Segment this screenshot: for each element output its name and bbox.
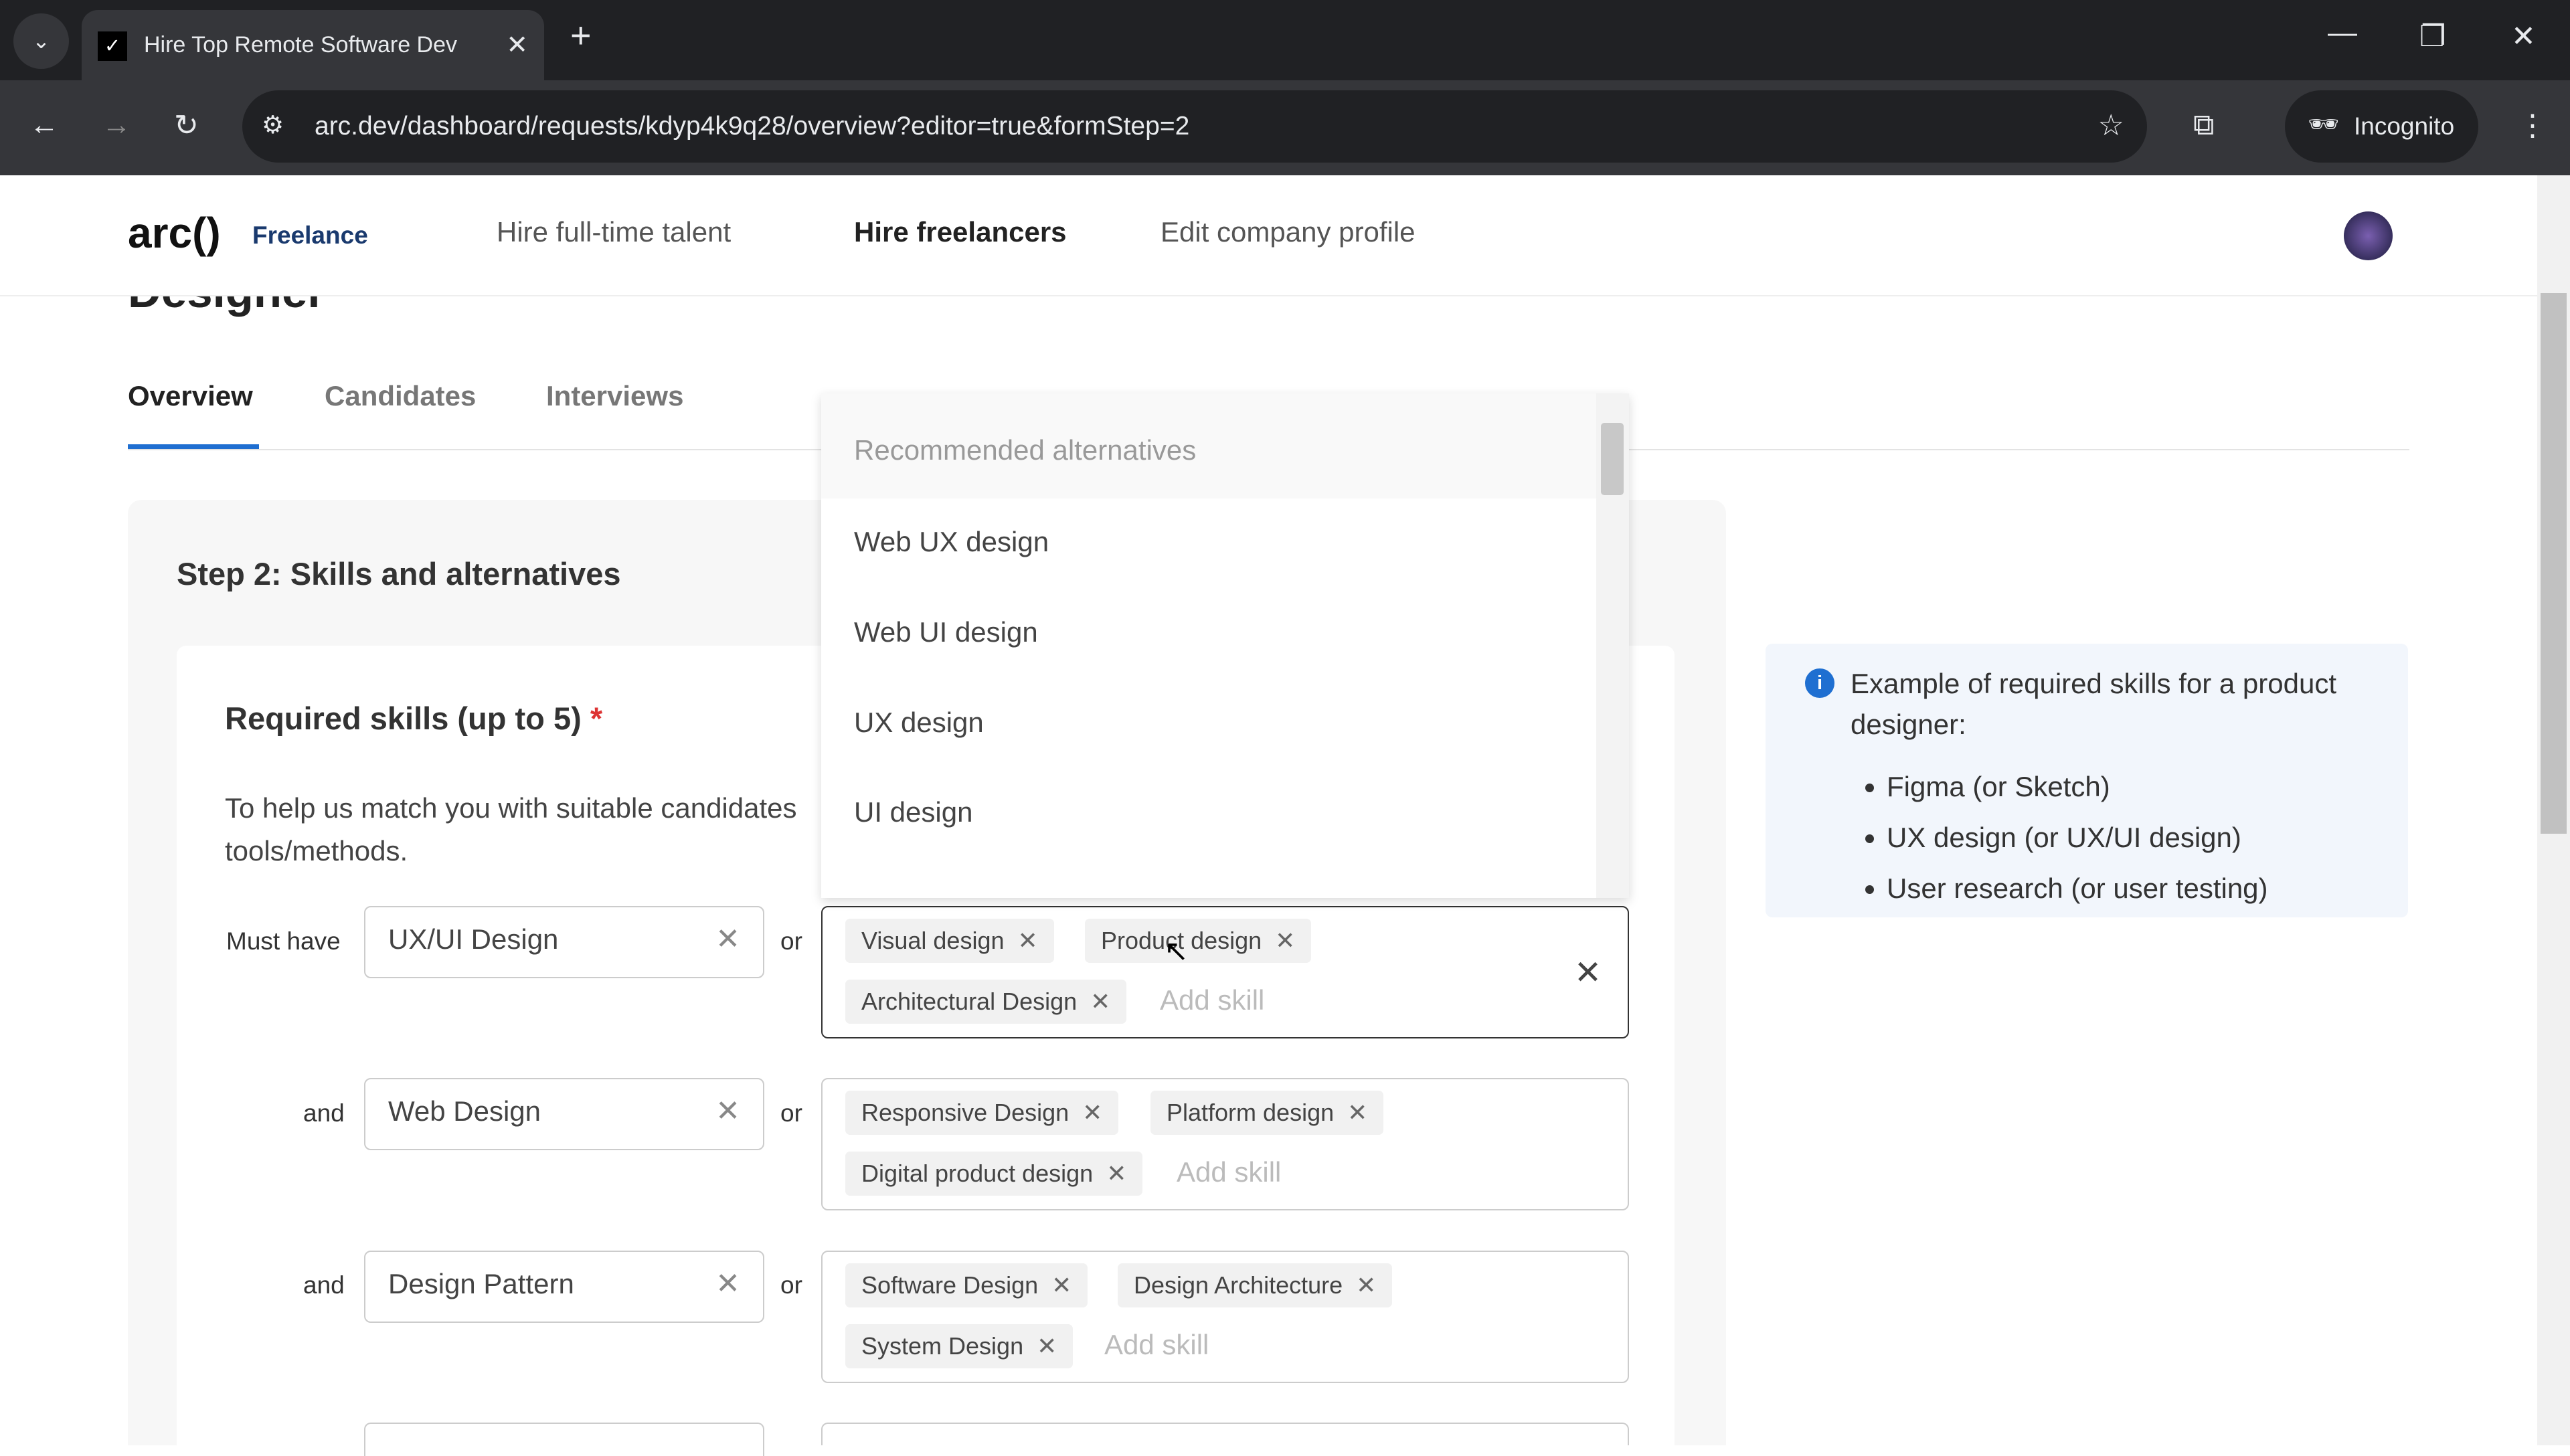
skill-input[interactable]: Design Pattern ✕ (364, 1251, 764, 1323)
forward-icon[interactable]: → (102, 108, 131, 142)
info-text: Example of required skills for a product… (1851, 668, 2336, 740)
reload-icon[interactable]: ↻ (174, 108, 199, 143)
url-text: arc.dev/dashboard/requests/kdyp4k9q28/ov… (315, 112, 1190, 141)
tab-interviews[interactable]: Interviews (546, 380, 683, 412)
active-tab-indicator (128, 444, 259, 449)
favicon-icon: ✓ (98, 31, 127, 61)
alternative-chip: Visual design ✕ (845, 919, 1054, 963)
tab-overview[interactable]: Overview (128, 380, 253, 412)
skill-input[interactable]: UX/UI Design ✕ (364, 906, 764, 978)
mouse-cursor-icon: ↖ (1164, 935, 1189, 968)
step-title: Step 2: Skills and alternatives (177, 556, 621, 592)
row-prefix: and (303, 1099, 345, 1127)
alternative-chip: System Design ✕ (845, 1324, 1074, 1368)
skill-value: UX/UI Design (388, 923, 559, 955)
clear-icon[interactable]: ✕ (715, 1094, 740, 1128)
or-label: or (780, 1099, 802, 1127)
alternative-chip: Architectural Design ✕ (845, 980, 1127, 1024)
info-icon: i (1805, 668, 1834, 698)
tab-title: Hire Top Remote Software Dev (144, 32, 458, 58)
dropdown-option[interactable]: UI design (854, 796, 972, 828)
browser-tab[interactable]: ✓ Hire Top Remote Software Dev ✕ (82, 10, 544, 80)
tab-search-button[interactable]: ⌄ (13, 13, 69, 69)
scroll-thumb[interactable] (1601, 423, 1624, 495)
remove-chip-icon[interactable]: ✕ (1082, 1099, 1102, 1126)
bookmark-star-icon[interactable]: ☆ (2098, 108, 2124, 143)
info-box: i Example of required skills for a produ… (1766, 644, 2408, 917)
incognito-icon: 🕶 (2308, 110, 2339, 138)
description-text: To help us match you with suitable candi… (225, 792, 797, 824)
remove-chip-icon[interactable]: ✕ (1037, 1332, 1057, 1360)
info-list-item: Figma (or Sketch) (1887, 761, 2268, 812)
dropdown-option[interactable]: UX design (854, 707, 984, 739)
row-prefix: Must have (226, 927, 341, 955)
alternatives-field[interactable]: Responsive Design ✕ Platform design ✕ Digi… (821, 1078, 1629, 1210)
add-skill-input[interactable]: Add skill (1177, 1156, 1281, 1188)
section-title: Required skills (up to 5) (225, 701, 582, 736)
add-skill-input[interactable]: Add skill (1160, 984, 1264, 1016)
profile-label: Incognito (2354, 112, 2455, 140)
remove-chip-icon[interactable]: ✕ (1275, 927, 1295, 954)
remove-chip-icon[interactable]: ✕ (1090, 988, 1110, 1015)
back-icon[interactable]: ← (29, 108, 59, 142)
or-label: or (780, 1271, 802, 1299)
page-scrollbar[interactable] (2537, 175, 2570, 1445)
alternative-chip: Responsive Design ✕ (845, 1091, 1119, 1135)
or-label: or (780, 927, 802, 955)
nav-hire-freelancers[interactable]: Hire freelancers (854, 216, 1067, 248)
nav-hire-full-time[interactable]: Hire full-time talent (497, 216, 731, 248)
add-skill-input[interactable]: Add skill (1104, 1329, 1209, 1361)
avatar[interactable] (2344, 211, 2393, 260)
page-scroll-thumb[interactable] (2541, 293, 2567, 834)
site-settings-icon[interactable]: ⚙ (262, 110, 284, 139)
skill-input[interactable] (364, 1423, 764, 1456)
info-list-item: User research (or user testing) (1887, 863, 2268, 914)
alternatives-field[interactable]: Software Design ✕ Design Architecture ✕ Sy… (821, 1251, 1629, 1383)
dropdown-option[interactable]: Web UX design (854, 526, 1049, 558)
remove-chip-icon[interactable]: ✕ (1051, 1271, 1072, 1299)
extensions-icon[interactable]: ⧉ (2193, 108, 2214, 142)
skill-value: Design Pattern (388, 1268, 574, 1299)
alternative-chip: Software Design ✕ (845, 1263, 1088, 1307)
alternative-chip: Product design ✕ (1085, 919, 1312, 963)
arc-logo[interactable]: arc() (128, 208, 221, 258)
row-prefix: and (303, 1271, 345, 1299)
address-bar[interactable]: ⚙ arc.dev/dashboard/requests/kdyp4k9q28/… (242, 90, 2147, 163)
info-list-item: UX design (or UX/UI design) (1887, 812, 2268, 863)
skill-value: Web Design (388, 1095, 541, 1127)
restore-button[interactable]: ❐ (2419, 19, 2446, 54)
tab-candidates[interactable]: Candidates (325, 380, 476, 412)
dropdown-header: Recommended alternatives (854, 434, 1197, 466)
description-text-2: tools/methods. (225, 835, 408, 867)
skill-input[interactable]: Web Design ✕ (364, 1078, 764, 1150)
alternative-chip: Digital product design ✕ (845, 1152, 1143, 1196)
clear-icon[interactable]: ✕ (715, 1267, 740, 1301)
alternatives-field[interactable]: Visual design ✕ Product design ✕ Architect… (821, 906, 1629, 1038)
clear-all-icon[interactable]: ✕ (1574, 953, 1602, 992)
alternatives-field[interactable] (821, 1423, 1629, 1445)
incognito-indicator[interactable]: 🕶 Incognito (2285, 90, 2478, 163)
menu-icon[interactable]: ⋮ (2518, 108, 2547, 143)
remove-chip-icon[interactable]: ✕ (1106, 1160, 1126, 1187)
dropdown-scrollbar[interactable] (1596, 393, 1629, 898)
alternatives-dropdown: Recommended alternatives Web UX design W… (821, 393, 1629, 898)
remove-chip-icon[interactable]: ✕ (1018, 927, 1038, 954)
dropdown-option[interactable]: Web UI design (854, 616, 1038, 648)
close-window-button[interactable]: ✕ (2511, 19, 2536, 54)
minimize-button[interactable]: — (2328, 16, 2357, 50)
remove-chip-icon[interactable]: ✕ (1347, 1099, 1367, 1126)
nav-edit-company-profile[interactable]: Edit company profile (1161, 216, 1416, 248)
alternative-chip: Platform design ✕ (1150, 1091, 1384, 1135)
alternative-chip: Design Architecture ✕ (1118, 1263, 1393, 1307)
close-tab-icon[interactable]: ✕ (506, 30, 528, 60)
logo-subtitle: Freelance (252, 221, 368, 249)
required-mark: * (590, 701, 603, 736)
clear-icon[interactable]: ✕ (715, 922, 740, 956)
remove-chip-icon[interactable]: ✕ (1356, 1271, 1376, 1299)
new-tab-button[interactable]: + (570, 15, 592, 56)
